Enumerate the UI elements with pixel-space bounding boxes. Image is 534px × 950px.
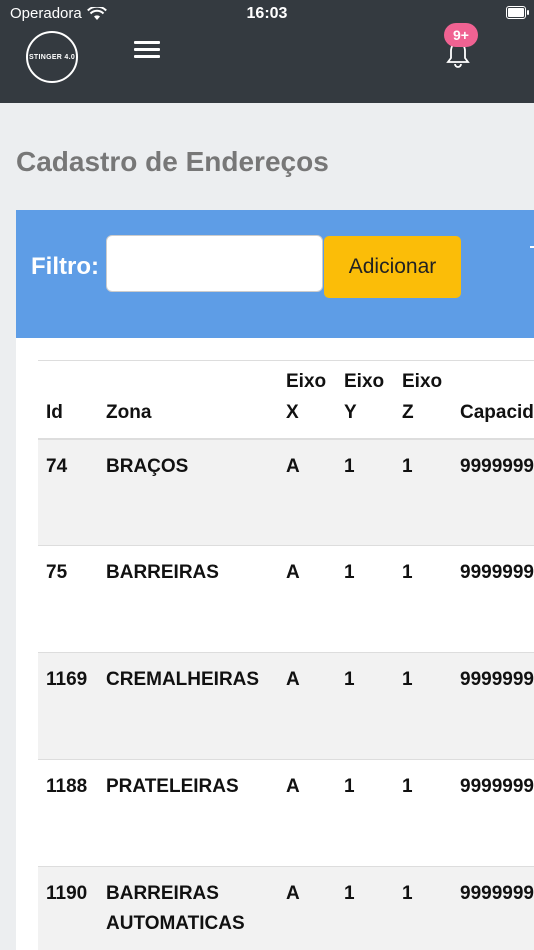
cell-eixo-x: A [278, 759, 336, 867]
cell-eixo-z: 1 [394, 438, 452, 546]
cell-eixo-x: A [278, 438, 336, 546]
cell-eixo-y: 1 [336, 652, 394, 760]
cell-capacidade: 9999999 [452, 545, 534, 653]
page-title: Cadastro de Endereços [16, 146, 329, 177]
filter-input[interactable] [106, 235, 323, 292]
cell-eixo-z: 1 [394, 652, 452, 760]
header-eixo-y[interactable]: Eixo Y [336, 360, 394, 440]
add-button[interactable]: Adicionar [324, 236, 461, 298]
cell-zona: BRAÇOS [98, 438, 278, 546]
cell-eixo-x: A [278, 866, 336, 950]
app-logo[interactable]: STINGER 4.0 [26, 31, 78, 83]
cell-zona: BARREIRAS [98, 545, 278, 653]
header-zona[interactable]: Zona [98, 360, 278, 440]
table-row[interactable]: 1169 CREMALHEIRAS A 1 1 9999999 [38, 652, 534, 760]
table-row[interactable]: 1190 BARREIRAS AUTOMATICAS A 1 1 9999999 [38, 866, 534, 950]
cell-eixo-y: 1 [336, 438, 394, 546]
cell-capacidade: 9999999 [452, 759, 534, 867]
cell-id: 75 [38, 545, 98, 653]
cell-id: 1169 [38, 652, 98, 760]
cell-zona: BARREIRAS AUTOMATICAS [98, 866, 278, 950]
cell-eixo-y: 1 [336, 545, 394, 653]
battery-icon [506, 6, 529, 19]
table-header-row: Id Zona Eixo X Eixo Y Eixo Z Capacid [38, 360, 534, 440]
header-id[interactable]: Id [38, 360, 98, 440]
cell-eixo-y: 1 [336, 759, 394, 867]
cell-id: 1188 [38, 759, 98, 867]
cell-capacidade: 9999999 [452, 866, 534, 950]
filter-label: Filtro: [31, 253, 99, 280]
header-capacidade[interactable]: Capacid [452, 360, 534, 440]
addresses-table: Id Zona Eixo X Eixo Y Eixo Z Capacid 74 … [38, 360, 534, 950]
cell-id: 1190 [38, 866, 98, 950]
header-eixo-x[interactable]: Eixo X [278, 360, 336, 440]
cell-eixo-x: A [278, 545, 336, 653]
cell-eixo-y: 1 [336, 866, 394, 950]
filter-bar: Filtro: Adicionar [16, 210, 534, 338]
header-eixo-z[interactable]: Eixo Z [394, 360, 452, 440]
cell-capacidade: 9999999 [452, 652, 534, 760]
cell-eixo-z: 1 [394, 545, 452, 653]
hamburger-menu-icon[interactable] [134, 38, 160, 62]
table-row[interactable]: 1188 PRATELEIRAS A 1 1 9999999 [38, 759, 534, 867]
cell-id: 74 [38, 438, 98, 546]
table-row[interactable]: 74 BRAÇOS A 1 1 9999999 [38, 438, 534, 546]
cell-eixo-x: A [278, 652, 336, 760]
cell-eixo-z: 1 [394, 759, 452, 867]
top-navbar: Operadora 16:03 STINGER 4.0 9+ [0, 0, 534, 103]
cell-capacidade: 9999999 [452, 438, 534, 546]
notification-badge: 9+ [444, 23, 478, 47]
cell-zona: PRATELEIRAS [98, 759, 278, 867]
status-time: 16:03 [246, 5, 288, 22]
cell-eixo-z: 1 [394, 866, 452, 950]
cell-zona: CREMALHEIRAS [98, 652, 278, 760]
overflow-edge-mark [530, 246, 534, 248]
table-row[interactable]: 75 BARREIRAS A 1 1 9999999 [38, 545, 534, 653]
